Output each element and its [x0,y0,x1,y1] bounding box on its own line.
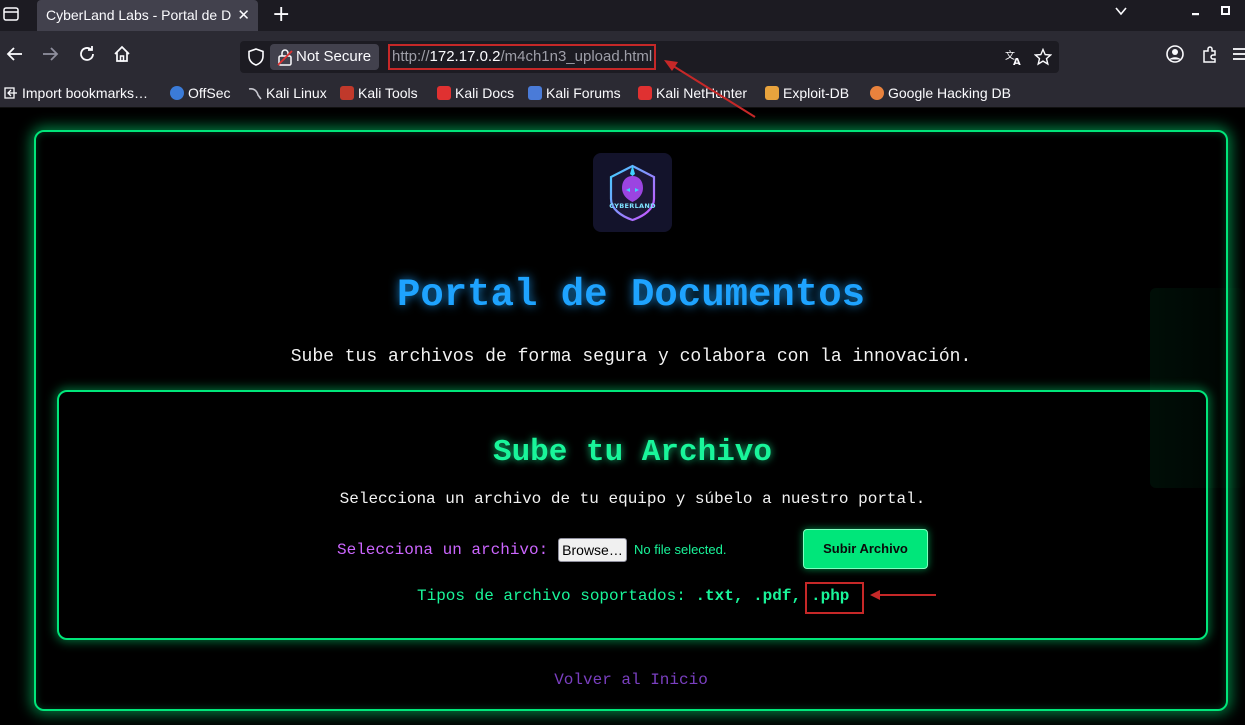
bookmark-star-icon[interactable] [1033,47,1053,66]
account-icon[interactable] [1165,44,1187,66]
ghdb-icon [870,86,884,100]
upload-card-title: Sube tu Archivo [492,435,773,470]
url-host: 172.17.0.2 [429,48,501,65]
tab-list-icon[interactable] [2,5,22,25]
submit-upload-button[interactable]: Subir Archivo [803,529,928,569]
maximize-icon[interactable] [1220,4,1232,22]
forward-arrow-icon[interactable] [40,44,62,66]
browse-button[interactable]: Browse… [558,538,627,562]
supported-types-list: .txt, .pdf, [695,587,802,605]
bookmark-kali-nethunter[interactable]: Kali NetHunter [638,84,747,102]
connection-security-indicator[interactable]: Not Secure [270,44,380,70]
url-path: /m4ch1n3_upload.html [500,48,653,65]
svg-text:A: A [1013,57,1021,66]
bookmark-kali-forums[interactable]: Kali Forums [528,84,621,102]
app-menu-icon[interactable] [1232,44,1245,66]
extensions-icon[interactable] [1200,44,1222,66]
url-text[interactable]: http://172.17.0.2/m4ch1n3_upload.html [388,44,657,70]
insecure-lock-icon [277,48,293,66]
tab-bar: CyberLand Labs - Portal de D ✕ + [0,0,1245,31]
security-label: Not Secure [296,48,372,65]
upload-card: Sube tu Archivo Selecciona un archivo de… [57,390,1208,640]
page-viewport: CYBERLAND Portal de Documentos Sube tus … [0,108,1245,725]
tab-overflow-chevron-icon[interactable] [1114,4,1128,22]
home-icon[interactable] [112,44,134,66]
navigation-toolbar: Not Secure http://172.17.0.2/m4ch1n3_upl… [0,31,1245,80]
url-scheme: http:// [392,48,430,65]
bookmark-kali-tools[interactable]: Kali Tools [340,84,418,102]
bookmark-exploit-db[interactable]: Exploit-DB [765,84,849,102]
file-input-label: Selecciona un archivo: [337,541,549,559]
kali-nethunter-icon [638,86,652,100]
active-tab[interactable]: CyberLand Labs - Portal de D ✕ [37,0,258,31]
exploit-db-icon [765,86,779,100]
bookmark-kali-docs[interactable]: Kali Docs [437,84,514,102]
php-extension-text: .php [811,587,850,605]
bookmark-import[interactable]: Import bookmarks… [4,84,148,102]
cyberland-logo: CYBERLAND [593,153,672,232]
translate-icon[interactable]: 文A [1005,48,1023,68]
back-to-home-link[interactable]: Volver al Inicio [36,671,1226,689]
kali-docs-icon [437,86,451,100]
bookmark-google-hacking-db[interactable]: Google Hacking DB [870,84,1011,102]
page-subtitle: Sube tus archivos de forma segura y cola… [290,347,972,367]
portal-container: CYBERLAND Portal de Documentos Sube tus … [34,130,1228,711]
upload-card-description: Selecciona un archivo de tu equipo y súb… [339,490,926,508]
reload-icon[interactable] [77,44,99,66]
kali-dragon-icon [248,86,262,100]
logo-text: CYBERLAND [609,202,656,210]
import-icon [4,86,18,100]
kali-tools-icon [340,86,354,100]
kali-forums-icon [528,86,542,100]
bookmarks-toolbar: Import bookmarks… OffSec Kali Linux Kali… [0,80,1245,108]
tracking-protection-shield-icon[interactable] [248,48,266,66]
url-bar[interactable]: Not Secure http://172.17.0.2/m4ch1n3_upl… [240,41,1059,73]
new-tab-button[interactable]: + [272,2,290,28]
tab-close-icon[interactable]: ✕ [237,0,250,30]
supported-types-text: Tipos de archivo soportados: .txt, .pdf, [417,587,801,605]
supported-types-label: Tipos de archivo soportados: [417,587,686,605]
back-arrow-icon[interactable] [5,44,27,66]
tab-title: CyberLand Labs - Portal de D [46,7,232,23]
bookmark-kali-linux[interactable]: Kali Linux [248,84,327,102]
minimize-icon[interactable] [1190,4,1202,22]
file-status-text: No file selected. [634,542,727,557]
page-title: Portal de Documentos [396,273,866,317]
offsec-icon [170,86,184,100]
bookmark-offsec[interactable]: OffSec [170,84,231,102]
